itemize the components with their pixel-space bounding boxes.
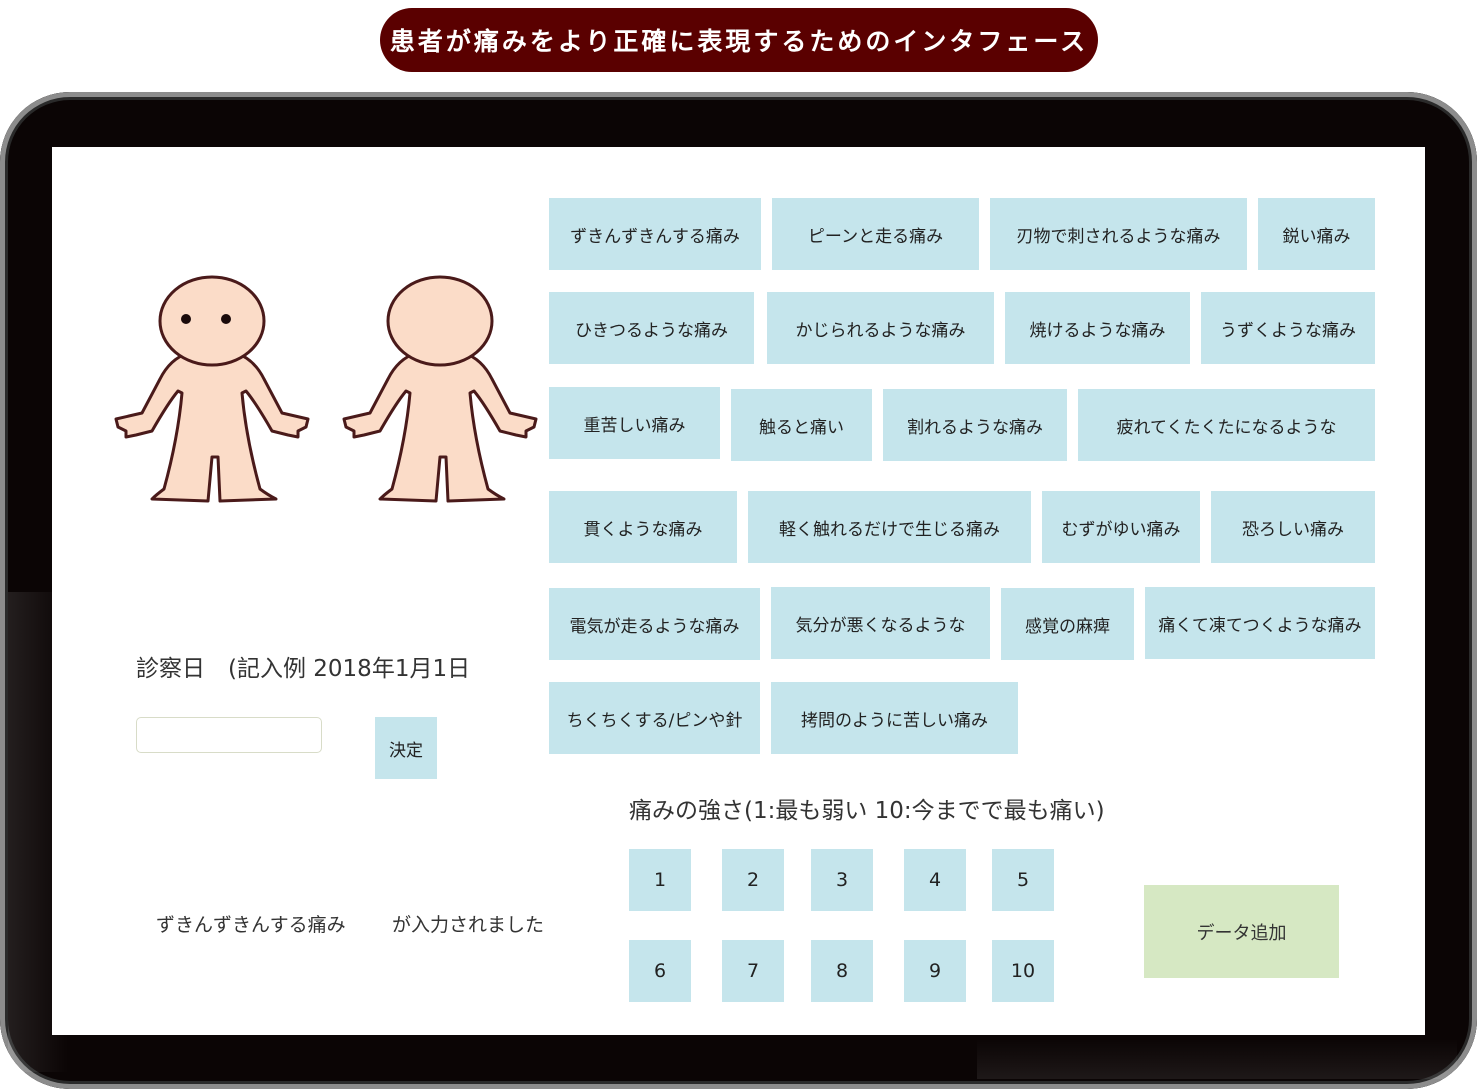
intensity-button-9[interactable]: 9 bbox=[904, 940, 966, 1002]
intensity-button-1[interactable]: 1 bbox=[629, 849, 691, 911]
intensity-button-10[interactable]: 10 bbox=[992, 940, 1054, 1002]
intensity-button-5[interactable]: 5 bbox=[992, 849, 1054, 911]
intensity-button-6[interactable]: 6 bbox=[629, 940, 691, 1002]
pain-type-button[interactable]: 疲れてくたくたになるような bbox=[1078, 389, 1375, 461]
pain-type-button[interactable]: うずくような痛み bbox=[1201, 292, 1375, 364]
intensity-label: 痛みの強さ(1:最も弱い 10:今までで最も痛い) bbox=[629, 798, 1105, 824]
intensity-button-4[interactable]: 4 bbox=[904, 849, 966, 911]
pain-type-button[interactable]: ちくちくする/ピンや針 bbox=[549, 682, 760, 754]
pain-type-button[interactable]: 焼けるような痛み bbox=[1005, 292, 1190, 364]
pain-type-button[interactable]: 貫くような痛み bbox=[549, 491, 737, 563]
tablet-frame: ずきんずきんする痛み ピーンと走る痛み 刃物で刺されるような痛み 鋭い痛み ひき… bbox=[0, 92, 1477, 1089]
exam-date-label: 診察日 (記入例 2018年1月1日 bbox=[136, 656, 471, 682]
pain-type-button[interactable]: 電気が走るような痛み bbox=[549, 588, 760, 660]
status-message: が入力されました bbox=[392, 914, 545, 936]
pain-type-button[interactable]: 恐ろしい痛み bbox=[1211, 491, 1375, 563]
add-data-button[interactable]: データ追加 bbox=[1144, 885, 1339, 978]
body-figures bbox=[114, 275, 538, 503]
decide-button[interactable]: 決定 bbox=[375, 717, 437, 779]
pain-type-button[interactable]: むずがゆい痛み bbox=[1042, 491, 1200, 563]
pain-type-button[interactable]: 痛くて凍てつくような痛み bbox=[1145, 587, 1375, 659]
intensity-button-2[interactable]: 2 bbox=[722, 849, 784, 911]
pain-type-button[interactable]: ずきんずきんする痛み bbox=[549, 198, 761, 270]
pain-type-button[interactable]: 鋭い痛み bbox=[1258, 198, 1375, 270]
pain-type-button[interactable]: 重苦しい痛み bbox=[549, 387, 720, 459]
page-title: 患者が痛みをより正確に表現するためのインタフェース bbox=[380, 8, 1098, 72]
selected-pain-text: ずきんずきんする痛み bbox=[156, 914, 346, 936]
exam-date-input[interactable] bbox=[136, 717, 322, 753]
pain-type-button[interactable]: 割れるような痛み bbox=[883, 389, 1067, 461]
body-front-icon[interactable] bbox=[114, 275, 310, 503]
intensity-button-8[interactable]: 8 bbox=[811, 940, 873, 1002]
body-back-icon[interactable] bbox=[342, 275, 538, 503]
pain-type-button[interactable]: 軽く触れるだけで生じる痛み bbox=[748, 491, 1031, 563]
pain-type-button[interactable]: 拷問のように苦しい痛み bbox=[771, 682, 1018, 754]
pain-type-button[interactable]: ひきつるような痛み bbox=[549, 292, 754, 364]
app-screen: ずきんずきんする痛み ピーンと走る痛み 刃物で刺されるような痛み 鋭い痛み ひき… bbox=[52, 147, 1425, 1035]
intensity-button-3[interactable]: 3 bbox=[811, 849, 873, 911]
intensity-button-7[interactable]: 7 bbox=[722, 940, 784, 1002]
pain-type-button[interactable]: 触ると痛い bbox=[731, 389, 872, 461]
pain-type-button[interactable]: 感覚の麻痺 bbox=[1001, 588, 1134, 660]
pain-type-button[interactable]: ピーンと走る痛み bbox=[772, 198, 979, 270]
pain-type-button[interactable]: かじられるような痛み bbox=[767, 292, 994, 364]
pain-type-button[interactable]: 気分が悪くなるような bbox=[771, 587, 990, 659]
pain-type-button[interactable]: 刃物で刺されるような痛み bbox=[990, 198, 1247, 270]
